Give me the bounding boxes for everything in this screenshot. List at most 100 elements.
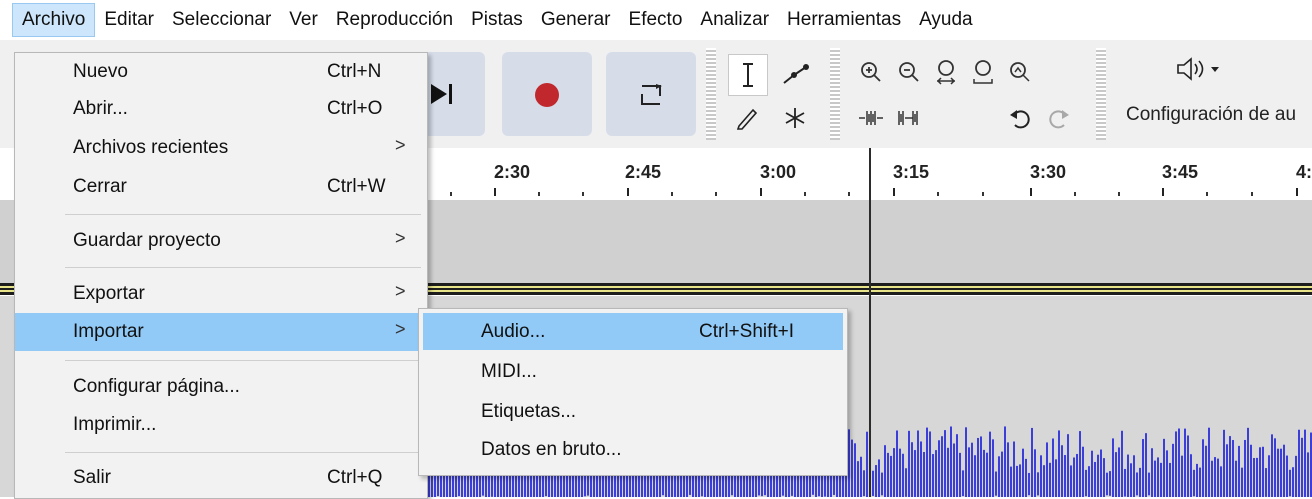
zoom-out-icon[interactable] [890, 52, 928, 92]
toolbar-grip[interactable] [1096, 48, 1106, 140]
trim-audio-icon[interactable] [852, 98, 890, 138]
ruler-tick [1206, 192, 1208, 196]
menu-ayuda[interactable]: Ayuda [910, 3, 982, 37]
submenu-arrow-icon: > [395, 319, 406, 339]
submenu-item-datos-en-bruto[interactable]: Datos en bruto... [419, 431, 847, 468]
menu-analizar[interactable]: Analizar [691, 3, 778, 37]
submenu-arrow-icon: > [395, 281, 406, 301]
speaker-icon[interactable] [1175, 56, 1225, 88]
menu-item-importar[interactable]: Importar > [15, 313, 427, 351]
menu-item-label: Imprimir... [73, 414, 157, 435]
importar-submenu: Audio... Ctrl+Shift+I MIDI... Etiquetas.… [418, 308, 848, 476]
ruler-label: 3:45 [1162, 162, 1199, 182]
fit-project-icon[interactable] [964, 52, 1002, 92]
draw-tool-icon[interactable] [728, 98, 766, 138]
menu-item-label: Guardar proyecto [73, 230, 221, 251]
menu-item-label: Abrir... [73, 98, 128, 119]
toolbar-grip[interactable] [830, 48, 840, 140]
menu-item-label: Importar [73, 321, 144, 342]
ruler-tick [1074, 192, 1076, 196]
menu-seleccionar[interactable]: Seleccionar [163, 3, 280, 37]
ruler-tick [1030, 188, 1032, 196]
submenu-item-etiquetas[interactable]: Etiquetas... [419, 393, 847, 430]
ruler-tick [1296, 188, 1298, 196]
playhead-cursor[interactable] [869, 148, 871, 497]
menu-item-label: Exportar [73, 283, 145, 304]
menu-item-archivos-recientes[interactable]: Archivos recientes > [15, 129, 427, 166]
ruler-tick [715, 192, 717, 196]
menu-item-label: Etiquetas... [481, 401, 577, 422]
archivo-menu: Nuevo Ctrl+N Abrir... Ctrl+O Archivos re… [14, 52, 428, 499]
menu-archivo[interactable]: Archivo [12, 3, 96, 37]
menu-item-shortcut: Ctrl+Shift+I [699, 321, 795, 342]
ruler-tick [982, 192, 984, 196]
ruler-tick [494, 188, 496, 196]
record-button[interactable] [502, 52, 592, 136]
ruler-tick [893, 188, 895, 196]
menu-separator [65, 360, 421, 361]
ruler-tick [582, 192, 584, 196]
menu-item-label: Audio... [481, 321, 546, 342]
menu-efecto[interactable]: Efecto [620, 3, 692, 37]
ruler-tick [760, 188, 762, 196]
toolbar-grip[interactable] [706, 48, 716, 140]
undo-icon[interactable] [1001, 98, 1039, 138]
menu-item-salir[interactable]: Salir Ctrl+Q [15, 459, 427, 496]
menu-item-configurar-pagina[interactable]: Configurar página... [15, 368, 427, 405]
ruler-tick [937, 192, 939, 196]
menu-bar: Archivo Editar Seleccionar Ver Reproducc… [0, 0, 1312, 41]
menu-reproduccion[interactable]: Reproducción [327, 3, 462, 37]
menu-herramientas[interactable]: Herramientas [778, 3, 910, 37]
submenu-arrow-icon: > [395, 135, 406, 155]
ruler-label: 2:30 [494, 162, 531, 182]
ruler-tick [1162, 188, 1164, 196]
menu-item-abrir[interactable]: Abrir... Ctrl+O [15, 90, 427, 127]
menu-item-label: Archivos recientes [73, 137, 229, 158]
menu-item-label: Cerrar [73, 176, 127, 197]
loop-icon [641, 84, 662, 105]
menu-item-label: Datos en bruto... [481, 439, 622, 460]
menu-item-cerrar[interactable]: Cerrar Ctrl+W [15, 168, 427, 205]
ruler-tick [627, 188, 629, 196]
menu-item-label: Nuevo [73, 61, 128, 82]
fit-selection-icon[interactable] [927, 52, 965, 92]
record-icon [535, 83, 559, 107]
menu-separator [65, 267, 421, 268]
submenu-item-audio[interactable]: Audio... Ctrl+Shift+I [423, 313, 843, 350]
zoom-toggle-icon[interactable] [1001, 52, 1039, 92]
ruler-tick [848, 192, 850, 196]
menu-generar[interactable]: Generar [532, 3, 620, 37]
multi-tool-icon[interactable] [776, 98, 814, 138]
ruler-label: 3:00 [760, 162, 797, 182]
menu-item-label: Configurar página... [73, 376, 240, 397]
menu-ver[interactable]: Ver [280, 3, 327, 37]
ruler-tick [1118, 192, 1120, 196]
menu-pistas[interactable]: Pistas [462, 3, 532, 37]
ruler-tick [671, 192, 673, 196]
ruler-tick [450, 192, 452, 196]
menu-separator [65, 214, 421, 215]
menu-item-shortcut: Ctrl+Q [327, 467, 383, 488]
menu-item-nuevo[interactable]: Nuevo Ctrl+N [15, 53, 427, 90]
ruler-tick [538, 192, 540, 196]
menu-item-shortcut: Ctrl+W [327, 176, 386, 197]
menu-separator [65, 452, 421, 453]
menu-editar[interactable]: Editar [95, 3, 163, 37]
menu-item-imprimir[interactable]: Imprimir... [15, 406, 427, 443]
redo-icon[interactable] [1040, 98, 1078, 138]
zoom-in-icon[interactable] [852, 52, 890, 92]
silence-audio-icon[interactable] [890, 98, 928, 138]
menu-item-label: Salir [73, 467, 112, 488]
ruler-label: 3:15 [893, 162, 930, 182]
menu-item-label: MIDI... [481, 361, 537, 382]
envelope-tool-icon[interactable] [776, 54, 814, 94]
submenu-arrow-icon: > [395, 228, 406, 248]
menu-item-shortcut: Ctrl+O [327, 98, 383, 119]
loop-button[interactable] [606, 52, 696, 136]
menu-item-shortcut: Ctrl+N [327, 61, 382, 82]
device-config-label[interactable]: Configuración de au [1126, 104, 1296, 126]
selection-tool-icon[interactable] [728, 54, 768, 96]
menu-item-guardar-proyecto[interactable]: Guardar proyecto > [15, 222, 427, 259]
submenu-item-midi[interactable]: MIDI... [419, 353, 847, 390]
menu-item-exportar[interactable]: Exportar > [15, 275, 427, 312]
